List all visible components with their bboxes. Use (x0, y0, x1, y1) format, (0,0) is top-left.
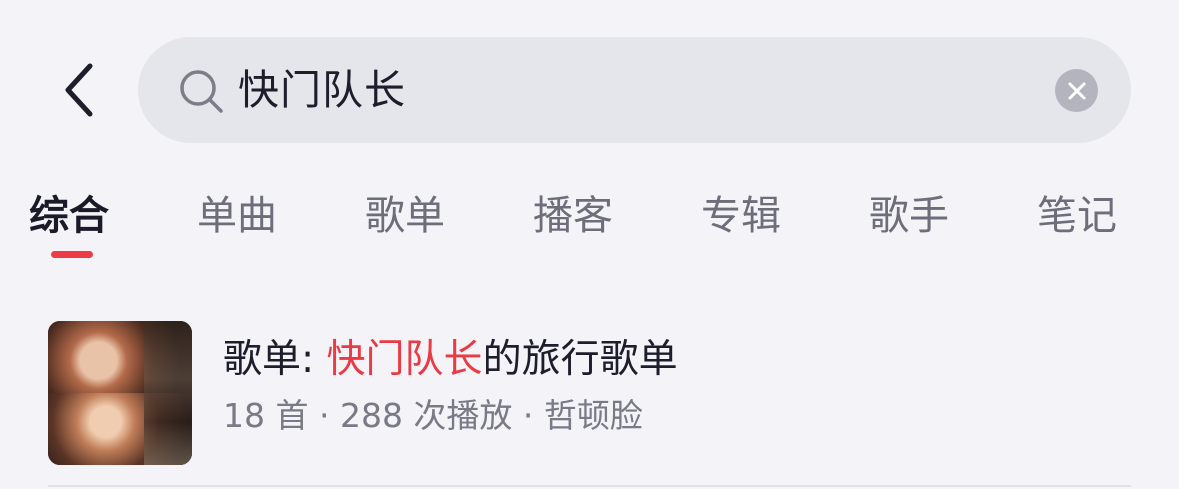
playlist-title: 歌单: 快门队长的旅行歌单 (223, 334, 678, 386)
active-tab-indicator (51, 251, 93, 258)
playlist-cover-image (48, 321, 192, 465)
tab-playlists[interactable]: 歌单 (365, 188, 445, 244)
playlist-title-prefix: 歌单: (223, 337, 327, 382)
chevron-left-icon (65, 63, 93, 117)
tab-notes[interactable]: 笔记 (1037, 188, 1117, 244)
clear-search-button[interactable] (1055, 69, 1098, 112)
playlist-title-suffix: 的旅行歌单 (482, 337, 678, 382)
playlist-meta: 18 首 · 288 次播放 · 哲顿脸 (223, 396, 643, 435)
back-button[interactable] (52, 55, 104, 125)
divider (48, 485, 1131, 487)
playlist-title-highlight: 快门队长 (326, 337, 483, 382)
tab-podcasts[interactable]: 播客 (533, 188, 613, 244)
tab-comprehensive[interactable]: 综合 (29, 188, 109, 244)
tab-albums[interactable]: 专辑 (701, 188, 781, 244)
clear-circle-icon (1068, 82, 1085, 99)
playlist-result-row[interactable]: 歌单: 快门队长的旅行歌单 18 首 · 288 次播放 · 哲顿脸 (0, 300, 1179, 480)
tab-artists[interactable]: 歌手 (869, 188, 949, 244)
search-icon (180, 70, 223, 113)
tab-songs[interactable]: 单曲 (197, 188, 277, 244)
search-input[interactable]: 快门队长 (238, 62, 406, 118)
